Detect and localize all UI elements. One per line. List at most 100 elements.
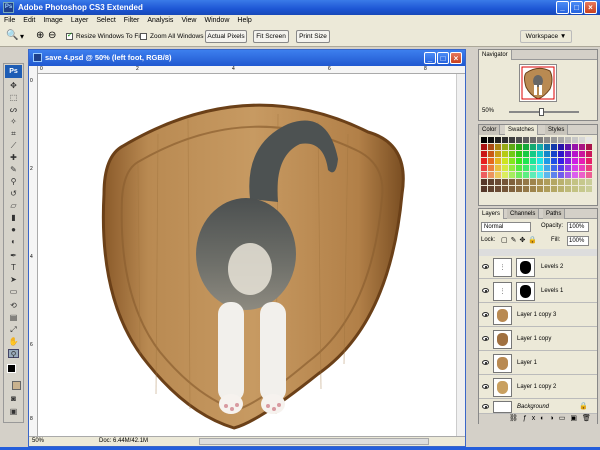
horizontal-scrollbar[interactable] [199,438,429,445]
menu-analysis[interactable]: Analysis [143,15,177,27]
color-swatch[interactable] [523,137,529,143]
menu-filter[interactable]: Filter [120,15,144,27]
color-swatch[interactable] [551,158,557,164]
swatch-grid[interactable] [481,137,593,193]
healing-brush-tool-icon[interactable]: ✚ [8,153,19,162]
color-swatch[interactable] [530,151,536,157]
color-swatch[interactable] [502,186,508,192]
lock-icons[interactable]: ▢✎✥🔒 [501,236,540,244]
color-swatch[interactable] [572,179,578,185]
color-swatch[interactable] [495,151,501,157]
color-swatch[interactable] [523,151,529,157]
color-swatch[interactable] [558,151,564,157]
color-swatch[interactable] [579,137,585,143]
color-swatch[interactable] [502,137,508,143]
color-swatch[interactable] [551,179,557,185]
color-swatch[interactable] [523,179,529,185]
color-swatch[interactable] [516,158,522,164]
zoom-tool-icon[interactable]: 🔍 [6,30,18,41]
color-swatch[interactable] [481,165,487,171]
color-swatch[interactable] [495,144,501,150]
color-swatch[interactable] [523,172,529,178]
move-tool-icon[interactable]: ✥ [8,81,19,90]
navigator-zoom-slider[interactable] [509,108,579,116]
slice-tool-icon[interactable]: ⟋ [8,141,19,150]
color-swatch[interactable] [488,165,494,171]
navigator-zoom[interactable]: 50% [482,108,494,114]
color-swatch[interactable] [579,172,585,178]
color-swatch[interactable] [572,144,578,150]
foreground-color-swatch[interactable] [7,364,16,373]
color-swatch[interactable] [544,165,550,171]
screen-mode-icon[interactable]: ▣ [8,407,19,416]
brush-tool-icon[interactable]: ✎ [8,165,19,174]
color-swatch[interactable] [565,179,571,185]
tab-navigator[interactable]: Navigator [479,50,512,60]
color-swatch[interactable] [502,151,508,157]
notes-tool-icon[interactable]: ▤ [8,313,19,322]
color-swatch[interactable] [565,186,571,192]
layer-row-background[interactable]: Background 🔒 [479,400,597,414]
color-swatch[interactable] [523,165,529,171]
color-swatch[interactable] [544,151,550,157]
layer-row[interactable]: ⫶ Levels 1 [479,280,597,303]
color-swatch[interactable] [537,172,543,178]
color-swatch[interactable] [516,165,522,171]
workspace-button[interactable]: Workspace ▼ [520,30,572,43]
magic-wand-tool-icon[interactable]: ✧ [8,117,19,126]
color-swatch[interactable] [509,179,515,185]
color-swatch[interactable] [516,172,522,178]
color-swatch[interactable] [509,165,515,171]
color-swatch[interactable] [509,137,515,143]
color-swatch[interactable] [537,179,543,185]
background-color-swatch[interactable] [12,381,21,390]
color-swatch[interactable] [586,151,592,157]
zoom-tool-icon-active[interactable]: ⚲ [8,349,19,359]
layer-row[interactable]: Layer 1 copy 3 [479,304,597,327]
color-swatch[interactable] [551,137,557,143]
color-swatch[interactable] [537,151,543,157]
color-swatch[interactable] [586,144,592,150]
eraser-tool-icon[interactable]: ▱ [8,201,19,210]
color-swatch[interactable] [565,137,571,143]
tab-swatches[interactable]: Swatches [505,125,539,135]
color-swatch[interactable] [488,186,494,192]
color-swatch[interactable] [551,186,557,192]
menu-layer[interactable]: Layer [67,15,93,27]
menu-file[interactable]: File [0,15,19,27]
color-swatch[interactable] [502,165,508,171]
color-swatch[interactable] [572,137,578,143]
menu-window[interactable]: Window [200,15,233,27]
color-swatch[interactable] [481,151,487,157]
color-swatch[interactable] [488,144,494,150]
tab-channels[interactable]: Channels [507,209,540,219]
menu-help[interactable]: Help [233,15,255,27]
maximize-button[interactable]: □ [570,1,583,14]
color-swatch[interactable] [481,144,487,150]
color-swatch[interactable] [586,165,592,171]
tab-color[interactable]: Color [479,125,501,135]
color-swatch[interactable] [551,165,557,171]
vertical-scrollbar[interactable] [456,74,465,436]
color-swatch[interactable] [565,172,571,178]
color-swatch[interactable] [544,137,550,143]
color-swatch[interactable] [481,137,487,143]
color-swatch[interactable] [509,158,515,164]
color-swatch[interactable] [586,158,592,164]
color-swatch[interactable] [530,172,536,178]
color-swatch[interactable] [579,179,585,185]
color-swatch[interactable] [530,179,536,185]
layer-row[interactable]: Layer 1 copy [479,328,597,351]
hand-tool-icon[interactable]: ✋ [8,337,19,346]
color-swatch[interactable] [537,144,543,150]
color-swatch[interactable] [530,186,536,192]
color-swatch[interactable] [488,151,494,157]
color-swatch[interactable] [488,137,494,143]
color-swatch[interactable] [481,186,487,192]
resize-windows-checkbox[interactable]: ✓ [66,32,73,40]
color-swatch[interactable] [509,172,515,178]
minimize-button[interactable]: _ [556,1,569,14]
color-swatch[interactable] [551,172,557,178]
color-swatch[interactable] [579,165,585,171]
pen-tool-icon[interactable]: ✒ [8,251,19,260]
